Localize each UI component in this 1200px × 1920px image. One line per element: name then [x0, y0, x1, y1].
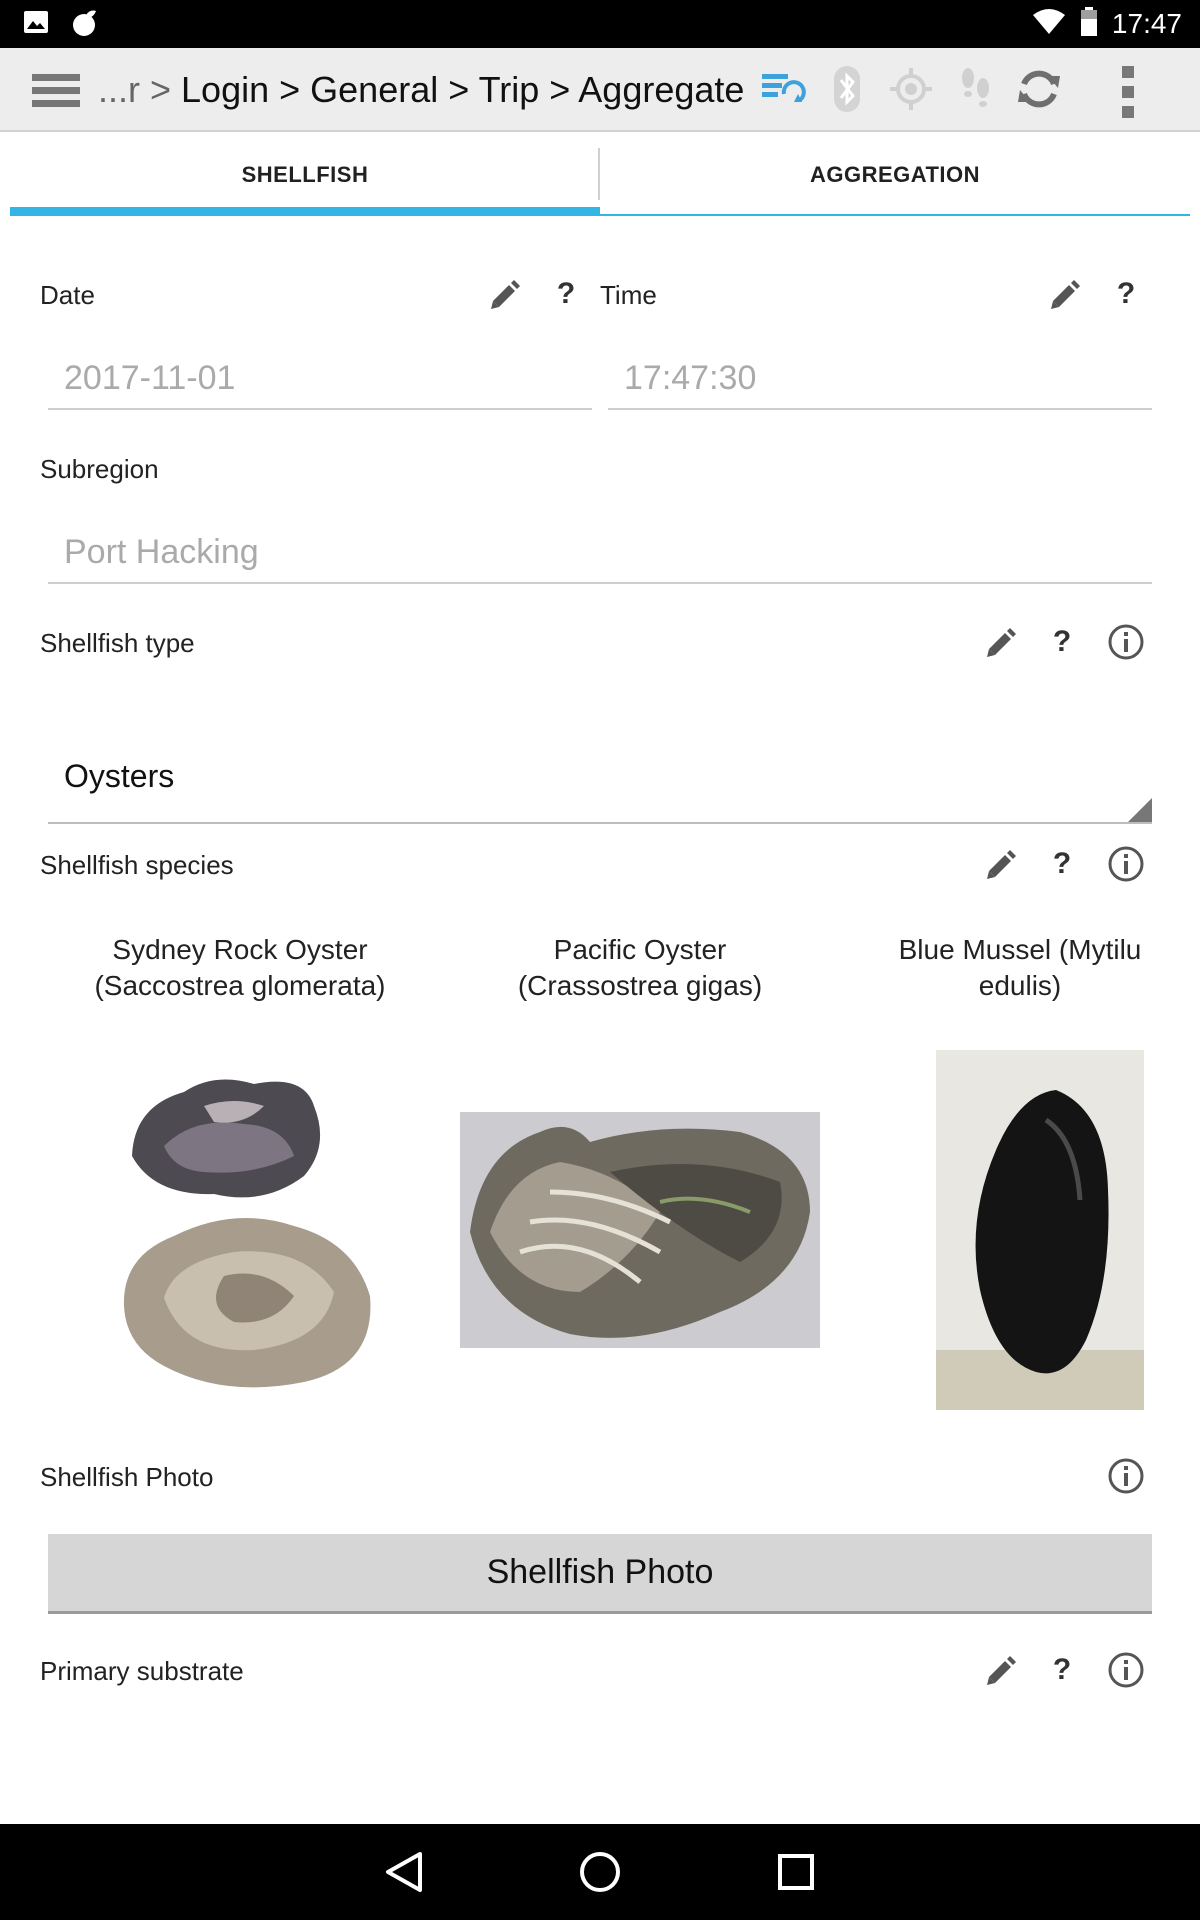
- dropdown-corner-icon: [1128, 798, 1152, 822]
- shellfish-species-edit-pencil-icon[interactable]: [980, 844, 1020, 884]
- tab-bar: SHELLFISH AGGREGATION: [10, 134, 1190, 216]
- species-scientific-name: (Saccostrea glomerata): [94, 970, 386, 1001]
- home-icon[interactable]: [576, 1848, 624, 1901]
- shellfish-photo-info-icon[interactable]: [1106, 1456, 1146, 1496]
- overflow-spacer: [1078, 64, 1108, 116]
- status-clock: 17:47: [1111, 8, 1182, 39]
- shellfish-type-info-icon[interactable]: [1106, 622, 1146, 662]
- species-option-blue-mussel[interactable]: Blue Mussel (Mytilu edulis): [850, 932, 1190, 1004]
- time-edit-pencil-icon[interactable]: [1044, 274, 1084, 314]
- breadcrumb-path: Login > General > Trip > Aggregate: [181, 69, 745, 110]
- subregion-field[interactable]: Port Hacking: [48, 524, 1152, 584]
- system-nav-bar: [0, 1824, 1200, 1920]
- shellfish-photo-button[interactable]: Shellfish Photo: [48, 1534, 1152, 1614]
- blue-mussel-image[interactable]: [936, 1050, 1144, 1410]
- species-name: Blue Mussel (Mytilu: [898, 934, 1142, 965]
- subregion-label: Subregion: [40, 454, 159, 484]
- primary-substrate-help-icon[interactable]: ?: [1042, 1650, 1082, 1690]
- gallery-notification-icon: [22, 8, 50, 43]
- species-scientific-name: (Crassostrea gigas): [517, 970, 763, 1001]
- pacific-oyster-image[interactable]: [460, 1112, 820, 1348]
- breadcrumb[interactable]: ...r > Login > General > Trip > Aggregat…: [98, 68, 744, 112]
- form-content: Date ? Time ? 2017-11-01 17:47:30 Subreg…: [10, 216, 1190, 1824]
- primary-substrate-label: Primary substrate: [40, 1656, 244, 1686]
- status-bar: 17:47: [0, 0, 1200, 48]
- app-bar: ...r > Login > General > Trip > Aggregat…: [0, 48, 1200, 132]
- tab-shellfish[interactable]: SHELLFISH: [10, 134, 600, 216]
- shellfish-photo-label: Shellfish Photo: [40, 1462, 214, 1492]
- shellfish-type-label: Shellfish type: [40, 628, 195, 658]
- overflow-menu-icon[interactable]: [1108, 64, 1172, 118]
- breadcrumb-prefix: ...r >: [98, 69, 182, 110]
- sydney-rock-oyster-image[interactable]: [104, 1066, 394, 1406]
- date-edit-pencil-icon[interactable]: [484, 274, 524, 314]
- species-option-sydney-rock-oyster[interactable]: Sydney Rock Oyster (Saccostrea glomerata…: [40, 932, 440, 1004]
- species-name: Pacific Oyster: [553, 934, 727, 965]
- back-icon[interactable]: [382, 1850, 426, 1899]
- date-help-icon[interactable]: ?: [546, 274, 586, 314]
- refresh-icon[interactable]: [1014, 64, 1078, 116]
- time-label: Time: [600, 280, 657, 310]
- species-scientific-name: edulis): [978, 970, 1062, 1001]
- bluetooth-icon[interactable]: [822, 64, 886, 116]
- primary-substrate-info-icon[interactable]: [1106, 1650, 1146, 1690]
- shellfish-type-edit-pencil-icon[interactable]: [980, 622, 1020, 662]
- gps-icon[interactable]: [886, 64, 950, 116]
- date-label: Date: [40, 280, 95, 310]
- battery-icon: [1080, 6, 1098, 42]
- shellfish-type-help-icon[interactable]: ?: [1042, 622, 1082, 662]
- wifi-icon: [1032, 8, 1066, 40]
- primary-substrate-edit-pencil-icon[interactable]: [980, 1650, 1020, 1690]
- shellfish-type-dropdown[interactable]: Oysters: [48, 736, 1152, 824]
- tab-divider: [598, 148, 600, 200]
- app-notification-icon: [70, 8, 100, 43]
- shellfish-type-selected: Oysters: [64, 758, 175, 794]
- sync-data-icon[interactable]: [758, 64, 822, 116]
- date-field[interactable]: 2017-11-01: [48, 350, 592, 410]
- time-help-icon[interactable]: ?: [1106, 274, 1146, 314]
- species-name: Sydney Rock Oyster: [112, 934, 368, 965]
- shellfish-species-help-icon[interactable]: ?: [1042, 844, 1082, 884]
- menu-icon[interactable]: [30, 68, 82, 112]
- recents-icon[interactable]: [774, 1850, 818, 1899]
- shellfish-species-label: Shellfish species: [40, 850, 234, 880]
- shellfish-species-info-icon[interactable]: [1106, 844, 1146, 884]
- species-option-pacific-oyster[interactable]: Pacific Oyster (Crassostrea gigas): [440, 932, 840, 1004]
- tab-aggregation[interactable]: AGGREGATION: [600, 134, 1190, 216]
- time-field[interactable]: 17:47:30: [608, 350, 1152, 410]
- track-footsteps-icon[interactable]: [950, 64, 1014, 116]
